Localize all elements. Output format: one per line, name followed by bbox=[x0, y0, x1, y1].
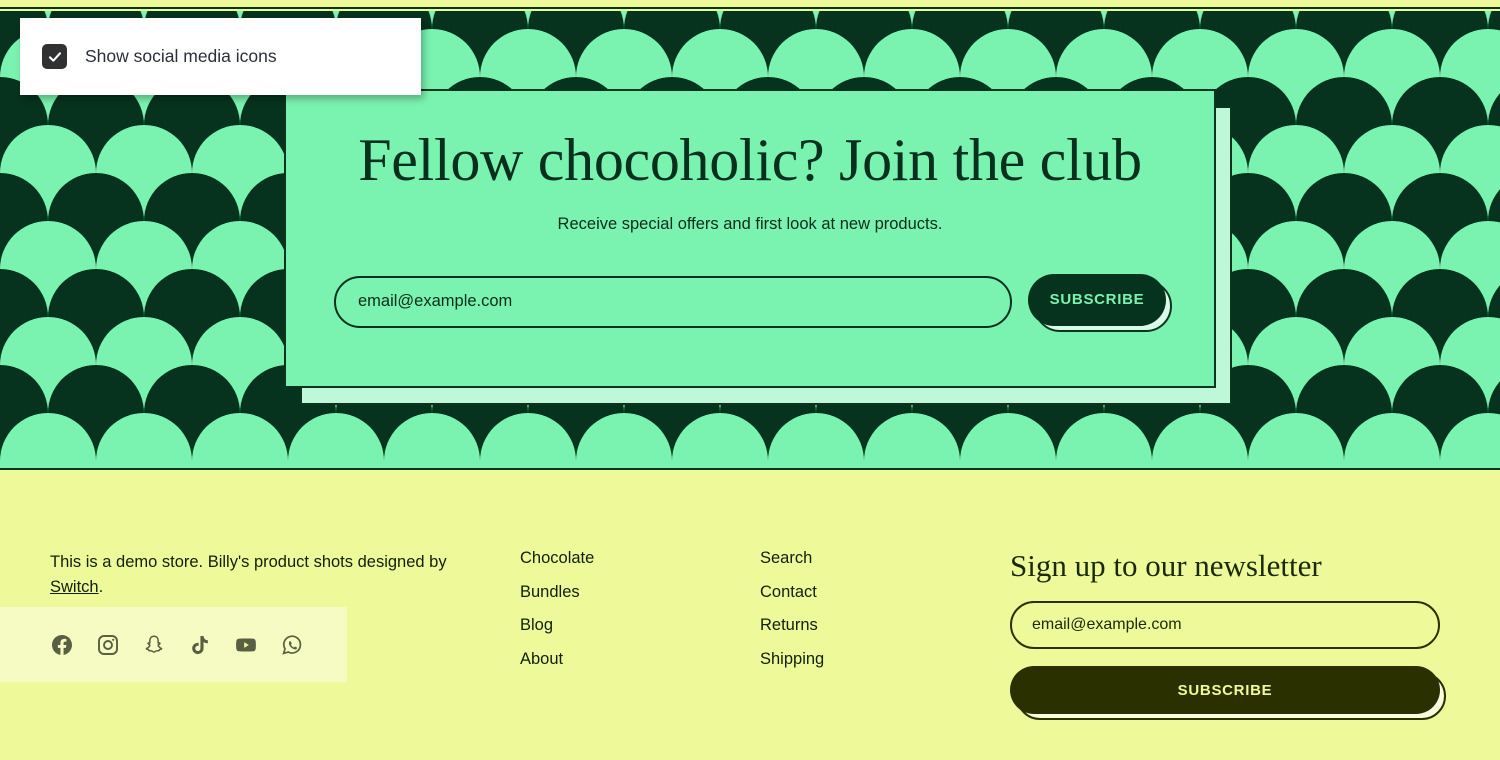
check-icon bbox=[48, 51, 61, 62]
footer-link-about[interactable]: About bbox=[520, 650, 760, 668]
scallop-scale bbox=[0, 413, 96, 468]
demo-store-text-after: . bbox=[98, 577, 104, 596]
footer-links-column-2: Search Contact Returns Shipping bbox=[760, 550, 1000, 722]
instagram-icon[interactable] bbox=[96, 633, 120, 657]
scallop-scale bbox=[1248, 413, 1344, 468]
footer-link-shipping[interactable]: Shipping bbox=[760, 650, 1000, 668]
demo-store-text-before: This is a demo store. Billy's product sh… bbox=[50, 553, 447, 571]
hero-subscribe-button[interactable]: SUBSCRIBE bbox=[1028, 273, 1166, 326]
tiktok-icon[interactable] bbox=[188, 633, 212, 657]
scallop-scale bbox=[1344, 413, 1440, 468]
hero-subscribe-button-wrap: SUBSCRIBE bbox=[1028, 273, 1172, 332]
scallop-scale bbox=[768, 413, 864, 468]
show-social-media-icons-checkbox[interactable] bbox=[42, 44, 67, 69]
scallop-scale bbox=[384, 413, 480, 468]
footer-subscribe-button[interactable]: SUBSCRIBE bbox=[1010, 666, 1440, 714]
social-media-icons-row bbox=[0, 607, 347, 682]
scallop-scale bbox=[288, 413, 384, 468]
footer-email-input[interactable] bbox=[1010, 601, 1440, 649]
footer-link-returns[interactable]: Returns bbox=[760, 617, 1000, 634]
scallop-scale bbox=[96, 413, 192, 468]
page-root: Fellow chocoholic? Join the club Receive… bbox=[0, 0, 1500, 760]
scallop-scale bbox=[672, 413, 768, 468]
show-social-media-icons-label: Show social media icons bbox=[85, 46, 277, 66]
scallop-row bbox=[0, 413, 1500, 468]
scallop-scale bbox=[1056, 413, 1152, 468]
top-strip bbox=[0, 0, 1500, 9]
facebook-icon[interactable] bbox=[50, 633, 74, 657]
switch-link[interactable]: Switch bbox=[50, 578, 99, 596]
scallop-scale bbox=[1152, 413, 1248, 468]
scallop-scale bbox=[480, 413, 576, 468]
scallop-scale bbox=[576, 413, 672, 468]
footer-newsletter-column: Sign up to our newsletter SUBSCRIBE bbox=[1010, 550, 1450, 722]
show-social-media-icons-tooltip: Show social media icons bbox=[20, 18, 421, 95]
footer-subscribe-button-wrap: SUBSCRIBE bbox=[1010, 666, 1448, 722]
snapchat-icon[interactable] bbox=[142, 633, 166, 657]
hero-title: Fellow chocoholic? Join the club bbox=[358, 127, 1142, 193]
footer-link-bundles[interactable]: Bundles bbox=[520, 583, 760, 601]
footer-link-chocolate[interactable]: Chocolate bbox=[520, 550, 760, 567]
footer-link-blog[interactable]: Blog bbox=[520, 617, 760, 634]
footer-link-search[interactable]: Search bbox=[760, 550, 1000, 567]
youtube-icon[interactable] bbox=[234, 633, 258, 657]
hero-email-wrap bbox=[334, 275, 1012, 328]
hero-subscribe-form: SUBSCRIBE bbox=[286, 273, 1214, 332]
whatsapp-icon[interactable] bbox=[280, 633, 304, 657]
footer-newsletter-title: Sign up to our newsletter bbox=[1010, 548, 1322, 583]
scallop-scale bbox=[1440, 413, 1500, 468]
demo-store-notice: This is a demo store. Billy's product sh… bbox=[50, 550, 480, 600]
scallop-scale bbox=[960, 413, 1056, 468]
scallop-scale bbox=[864, 413, 960, 468]
footer-links-column-1: Chocolate Bundles Blog About bbox=[520, 550, 760, 722]
footer-link-contact[interactable]: Contact bbox=[760, 583, 1000, 601]
hero-email-input[interactable] bbox=[334, 275, 1012, 328]
scallop-scale bbox=[192, 413, 288, 468]
hero-subtitle: Receive special offers and first look at… bbox=[557, 214, 943, 233]
hero-newsletter-card: Fellow chocoholic? Join the club Receive… bbox=[284, 89, 1216, 388]
